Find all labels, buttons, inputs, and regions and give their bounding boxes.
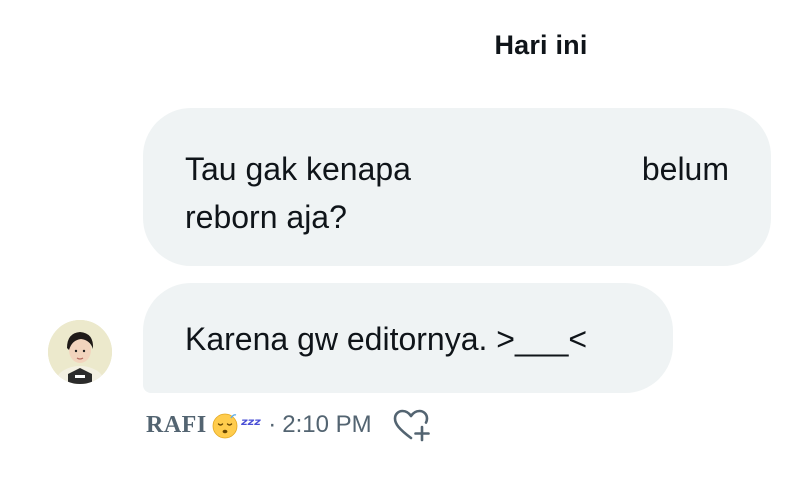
message-line: Tau gak kenapa belum: [185, 145, 729, 193]
zzz-emoji: ᶻᶻᶻ: [240, 414, 262, 436]
message-bubble[interactable]: Tau gak kenapa belum reborn aja?: [143, 108, 771, 266]
date-divider: Hari ini: [494, 30, 588, 60]
message-bubble[interactable]: Karena gw editornya. >___<: [143, 283, 673, 393]
message-text-segment: Tau gak kenapa: [185, 151, 411, 187]
sleeping-face-icon: [212, 413, 238, 439]
message-meta: RAFI ᶻᶻᶻ · 2:10 PM: [146, 405, 432, 445]
avatar-portrait-icon: [48, 320, 112, 384]
avatar[interactable]: [48, 320, 112, 384]
heart-plus-icon[interactable]: [392, 407, 432, 443]
meta-separator: ·: [268, 411, 277, 438]
sender-name[interactable]: RAFI: [146, 412, 207, 439]
message-text-segment: belum: [641, 151, 729, 187]
message-text: Karena gw editornya. >___<: [185, 321, 588, 357]
message-time: 2:10 PM: [282, 411, 372, 438]
message-line: reborn aja?: [185, 199, 347, 235]
